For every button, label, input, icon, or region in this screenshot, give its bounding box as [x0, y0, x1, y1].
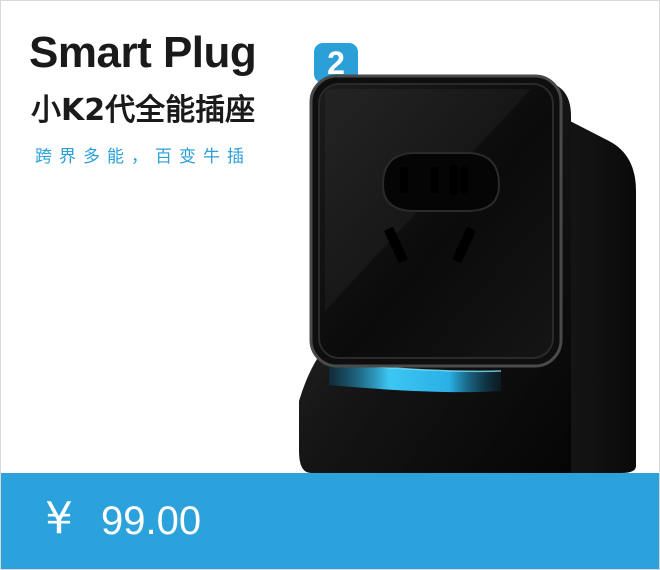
price-amount: 99.00 [101, 499, 202, 543]
smart-plug-image [291, 71, 651, 478]
price-bar: ¥ 99.00 [1, 473, 659, 569]
product-chinese-name: 小K2代全能插座 [31, 93, 256, 128]
product-title: Smart Plug [29, 28, 257, 77]
currency-symbol: ¥ [45, 493, 73, 544]
product-card[interactable]: Smart Plug 2 小K2代全能插座 跨界多能，百变牛插 ¥ 99.00 [0, 0, 660, 570]
product-slogan: 跨界多能，百变牛插 [35, 147, 251, 167]
